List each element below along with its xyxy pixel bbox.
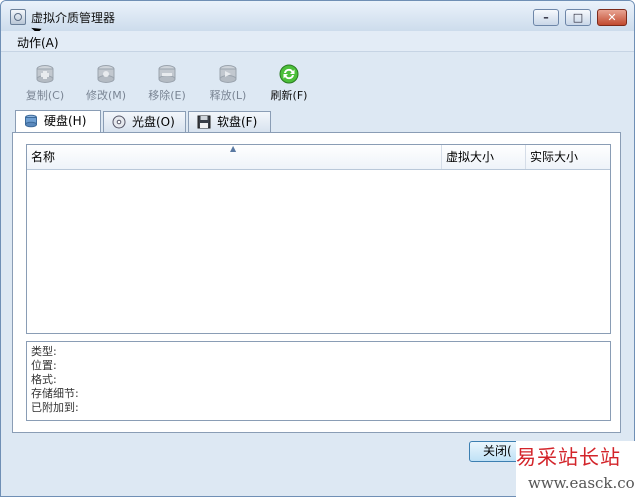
tab-floppy-disks-label: 软盘(F) [217,115,258,129]
disk-modify-icon [97,65,115,83]
detail-location-label: 位置: [31,359,57,372]
floppy-disk-icon [197,115,211,129]
minimize-icon: – [543,11,549,24]
refresh-label: 刷新(F) [270,89,308,102]
remove-button[interactable]: 移除(E) [141,63,193,103]
maximize-button[interactable]: □ [565,9,591,26]
close-window-button[interactable]: ✕ [597,9,627,26]
copy-label: 复制(C) [25,89,65,102]
tab-hard-disks-label: 硬盘(H) [44,114,87,128]
toolbar: 复制(C) 修改(M) 移除(E) 释放(L) 刷新(F) [1,53,634,105]
menu-bar: 动作(A) [1,31,634,52]
window-title: 虚拟介质管理器 [31,11,116,25]
disk-copy-icon [36,65,54,83]
modify-label: 修改(M) [85,89,127,102]
watermark: 易采站长站 www.easck.com [516,441,635,497]
tab-optical-discs[interactable]: 光盘(O) [103,111,186,132]
tab-optical-discs-label: 光盘(O) [132,115,175,129]
watermark-url: www.easck.com [528,474,635,492]
column-virtual-size[interactable]: 虚拟大小 [442,145,526,169]
detail-type-label: 类型: [31,345,57,358]
hard-disk-icon [25,114,37,128]
tab-floppy-disks[interactable]: 软盘(F) [188,111,271,132]
title-bar[interactable]: 虚拟介质管理器 ➤ – □ ✕ [1,1,634,41]
detail-attached-label: 已附加到: [31,401,79,414]
release-label: 释放(L) [209,89,247,102]
detail-storage-label: 存储细节: [31,387,79,400]
optical-disc-icon [112,115,126,129]
close-icon: ✕ [607,11,617,24]
refresh-button[interactable]: 刷新(F) [263,63,315,103]
maximize-icon: □ [572,11,584,24]
media-list[interactable]: ▲ 名称 虚拟大小 实际大小 [26,144,611,334]
media-manager-window: 虚拟介质管理器 ➤ – □ ✕ 动作(A) 复制(C) 修改(M) [0,0,635,497]
copy-button[interactable]: 复制(C) [19,63,71,103]
details-pane: 类型: 位置: 格式: 存储细节: 已附加到: [26,341,611,421]
column-name[interactable]: 名称 [27,145,442,169]
disk-remove-icon [158,65,176,83]
tab-panel: ▲ 名称 虚拟大小 实际大小 类型: 位置: 格式: 存储细节: 已附加到: [12,132,621,433]
watermark-title: 易采站长站 [516,445,621,469]
release-button[interactable]: 释放(L) [202,63,254,103]
remove-label: 移除(E) [148,89,186,102]
app-icon [10,9,26,25]
refresh-icon [279,64,299,84]
minimize-button[interactable]: – [533,9,559,26]
tab-hard-disks[interactable]: 硬盘(H) [15,110,101,133]
disk-release-icon [219,65,237,83]
detail-format-label: 格式: [31,373,57,386]
column-actual-size[interactable]: 实际大小 [526,145,610,169]
list-header: ▲ 名称 虚拟大小 实际大小 [27,145,610,170]
modify-button[interactable]: 修改(M) [80,63,132,103]
menu-actions[interactable]: 动作(A) [17,34,59,51]
